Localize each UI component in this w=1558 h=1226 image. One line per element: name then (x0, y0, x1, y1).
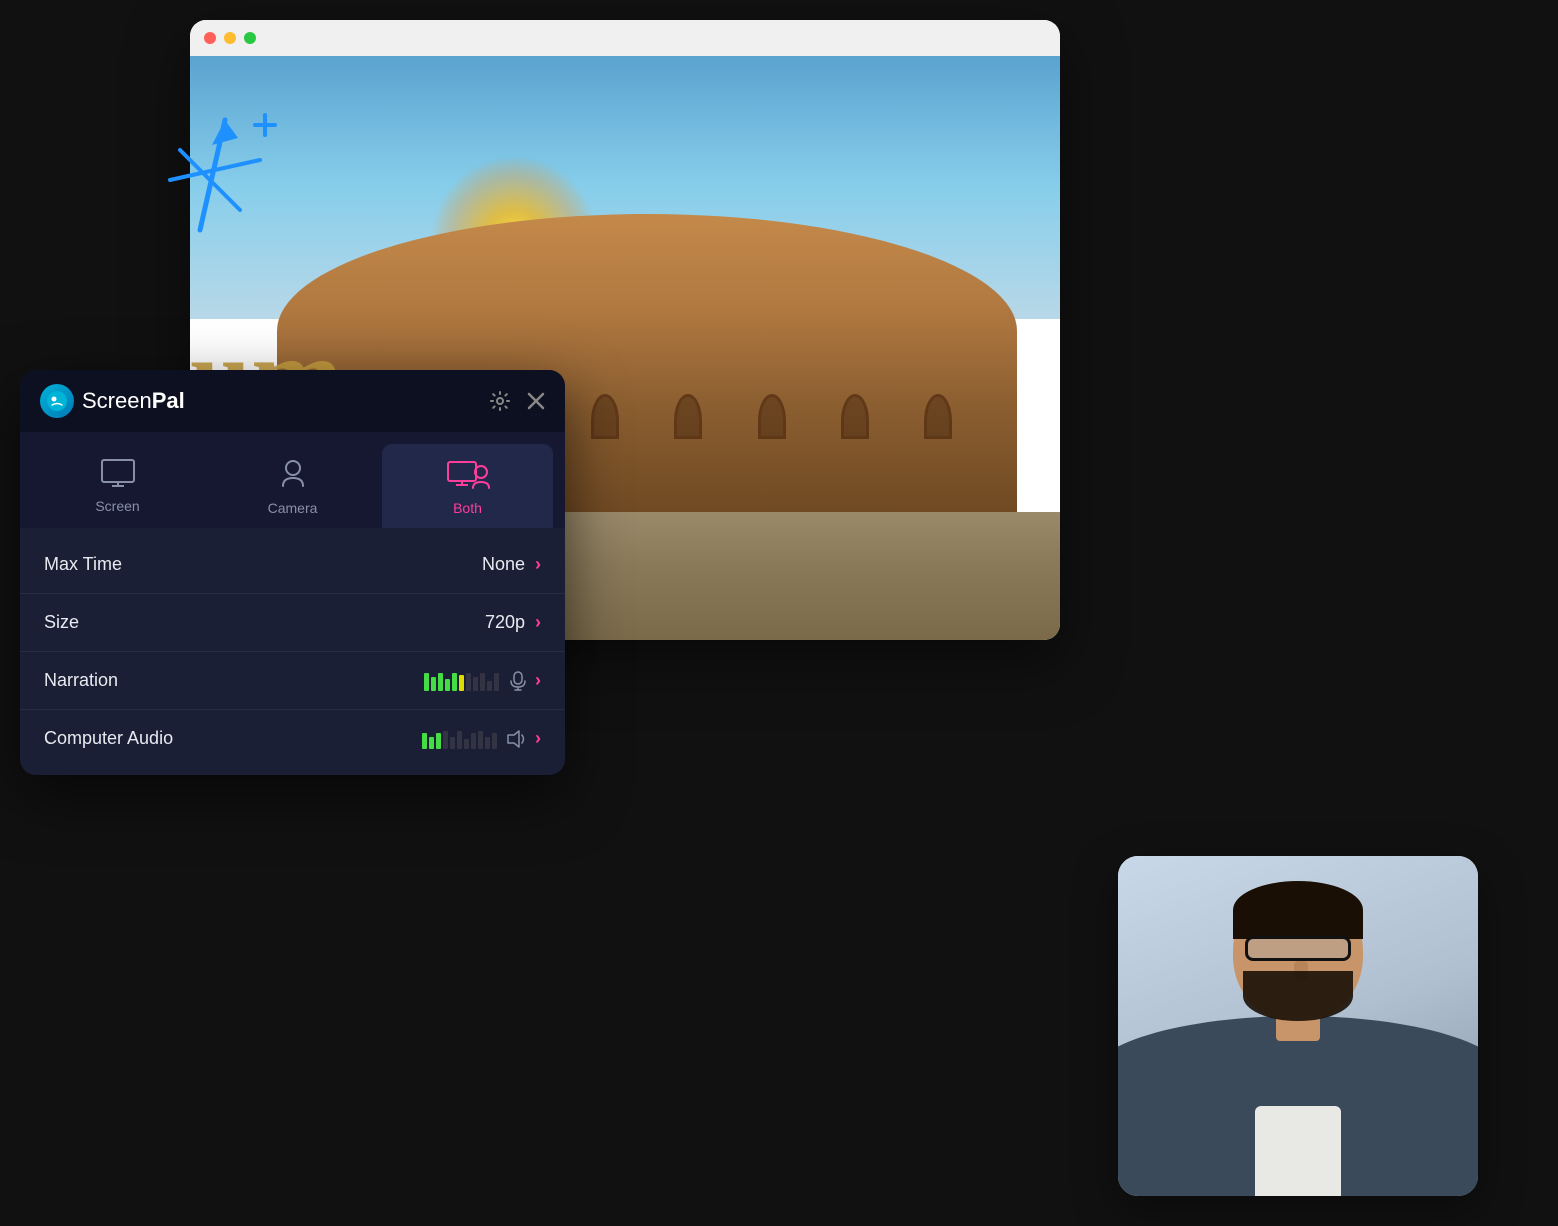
browser-chrome (190, 20, 1060, 56)
computer-audio-label: Computer Audio (44, 728, 422, 749)
narration-bars (424, 671, 499, 691)
arch (674, 394, 702, 439)
size-row[interactable]: Size 720p › (20, 594, 565, 652)
arch (591, 394, 619, 439)
meter-bar (464, 739, 469, 749)
screen-tab-label: Screen (95, 498, 139, 514)
man-figure (1118, 856, 1478, 1196)
max-time-label: Max Time (44, 554, 482, 575)
max-time-row[interactable]: Max Time None › (20, 536, 565, 594)
browser-minimize-dot (224, 32, 236, 44)
computer-audio-chevron: › (535, 728, 541, 749)
max-time-value: None (482, 554, 525, 575)
brand-name-prefix: Screen (82, 388, 152, 413)
arch (924, 394, 952, 439)
camera-tab-label: Camera (268, 500, 318, 516)
audio-bars (422, 729, 497, 749)
webcam-preview (1118, 856, 1478, 1196)
header-icons (489, 390, 545, 412)
max-time-chevron: › (535, 554, 541, 575)
size-label: Size (44, 612, 485, 633)
tab-both[interactable]: Both (382, 444, 553, 528)
meter-bar (471, 733, 476, 749)
size-value: 720p (485, 612, 525, 633)
meter-bar (429, 737, 434, 749)
meter-bar (457, 731, 462, 749)
computer-audio-row[interactable]: Computer Audio (20, 710, 565, 767)
browser-maximize-dot (244, 32, 256, 44)
meter-bar (422, 733, 427, 749)
browser-close-dot (204, 32, 216, 44)
cross-line-2 (180, 150, 240, 210)
meter-bar (487, 681, 492, 691)
meter-bar (485, 737, 490, 749)
arrow-head (212, 120, 238, 145)
camera-icon (279, 458, 307, 494)
brand-icon-svg (46, 390, 68, 412)
meter-bar (436, 733, 441, 749)
mode-tabs: Screen Camera (20, 432, 565, 528)
annotation-svg (140, 100, 280, 240)
tab-screen[interactable]: Screen (32, 444, 203, 528)
brand-name: ScreenPal (82, 388, 185, 414)
arch (758, 394, 786, 439)
brand-icon (40, 384, 74, 418)
narration-chevron: › (535, 670, 541, 691)
narration-meter (424, 671, 527, 691)
narration-row[interactable]: Narration (20, 652, 565, 710)
meter-bar (494, 673, 499, 691)
close-icon (527, 392, 545, 410)
screenpal-panel: ScreenPal (20, 370, 565, 775)
man-head (1233, 881, 1363, 1021)
meter-bar (445, 679, 450, 691)
brand-area: ScreenPal (40, 384, 185, 418)
meter-bar (480, 673, 485, 691)
narration-label: Narration (44, 670, 424, 691)
meter-bar (492, 733, 497, 749)
meter-bar (438, 673, 443, 691)
meter-bar (473, 677, 478, 691)
man-glasses (1245, 936, 1351, 961)
meter-bar (478, 731, 483, 749)
meter-bar (466, 673, 471, 691)
speaker-icon (507, 730, 527, 748)
meter-bar (431, 677, 436, 691)
settings-icon (489, 390, 511, 412)
meter-bar (452, 673, 457, 691)
mic-icon (509, 671, 527, 691)
meter-bar (450, 737, 455, 749)
screen-icon (100, 458, 136, 492)
settings-list: Max Time None › Size 720p › Narration (20, 528, 565, 775)
annotation-decoration (140, 100, 280, 245)
both-icon (446, 458, 490, 494)
man-shirt (1255, 1106, 1341, 1196)
both-tab-label: Both (453, 500, 482, 516)
panel-header: ScreenPal (20, 370, 565, 432)
computer-audio-meter (422, 729, 527, 749)
close-button[interactable] (527, 392, 545, 410)
meter-bar (443, 731, 448, 749)
tab-camera[interactable]: Camera (207, 444, 378, 528)
man-hair (1233, 881, 1363, 939)
both-tab-icon (446, 458, 490, 490)
camera-tab-icon (279, 458, 307, 490)
size-chevron: › (535, 612, 541, 633)
screen-tab-icon (100, 458, 136, 488)
settings-button[interactable] (489, 390, 511, 412)
meter-bar (424, 673, 429, 691)
brand-name-suffix: Pal (152, 388, 185, 413)
man-beard (1243, 971, 1352, 1021)
meter-bar (459, 675, 464, 691)
arch (841, 394, 869, 439)
